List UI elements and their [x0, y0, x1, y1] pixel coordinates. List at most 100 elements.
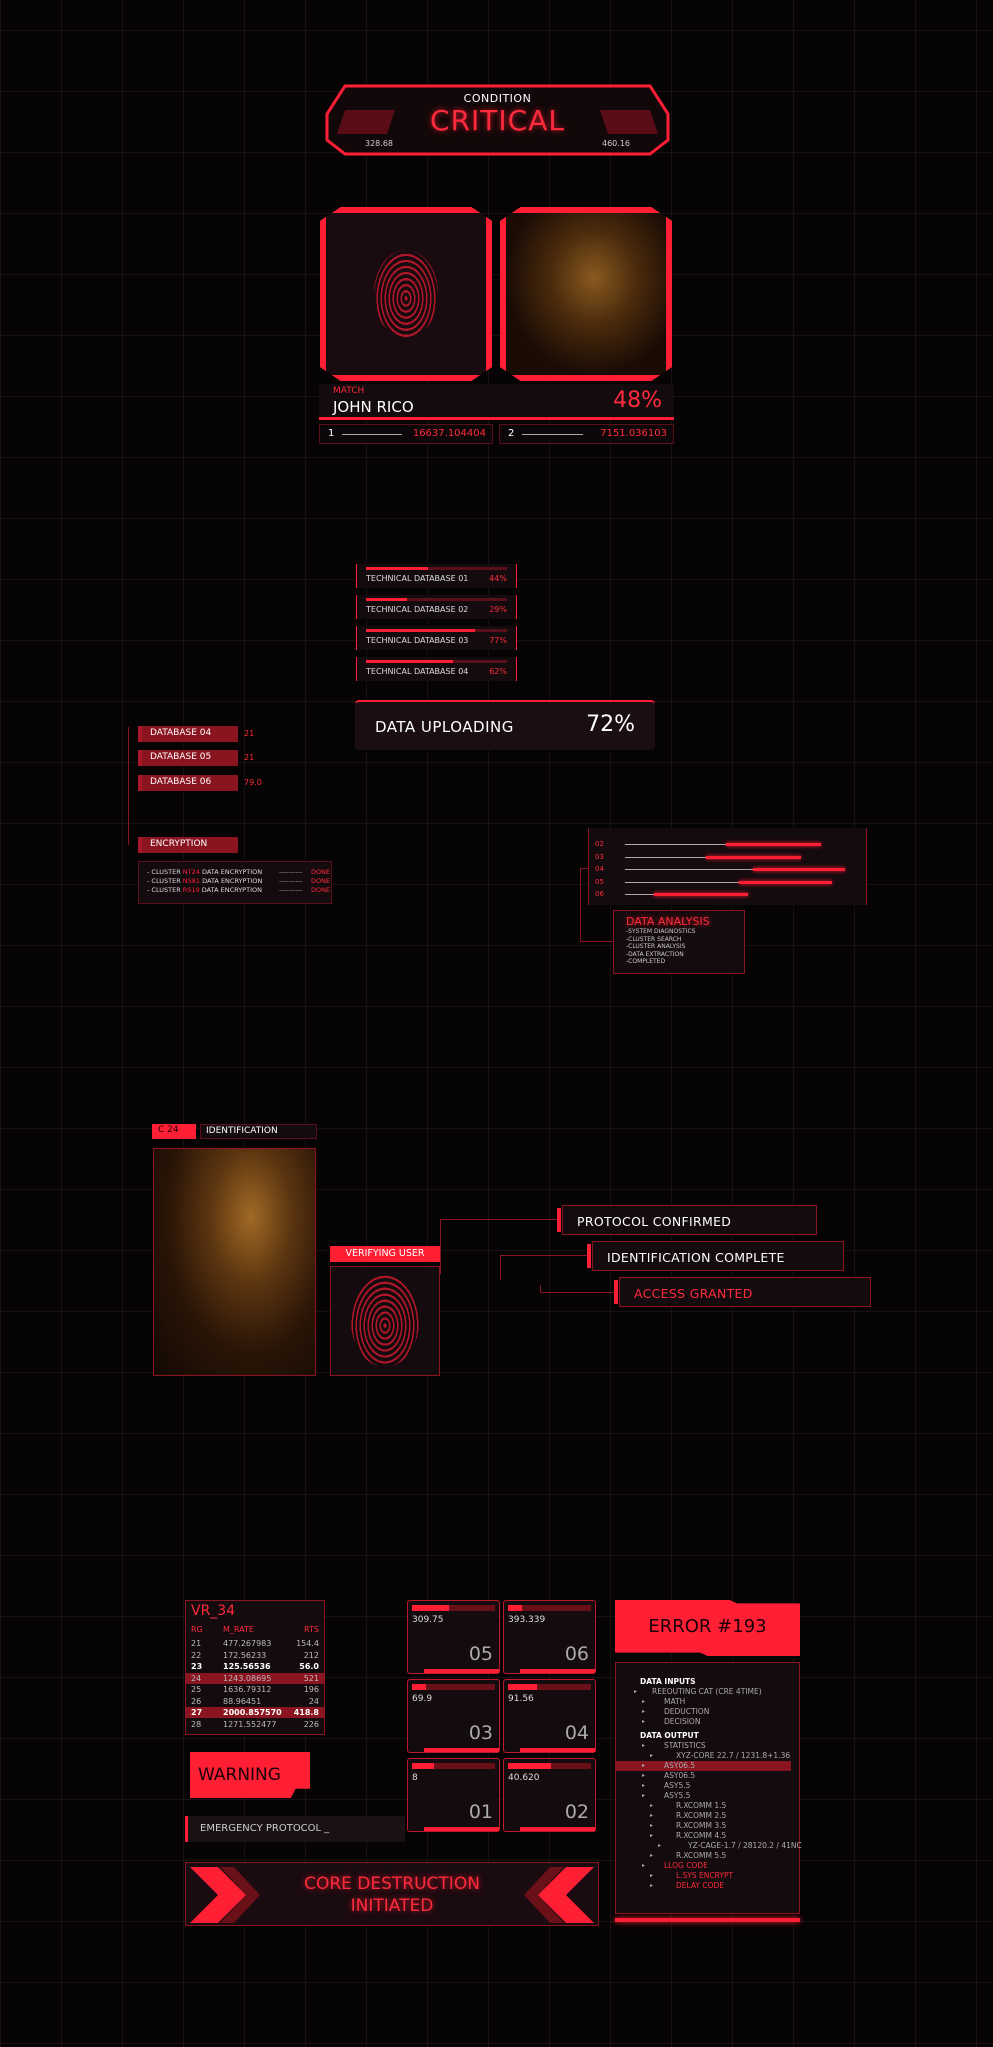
- error-tree-item[interactable]: ▸ DELAY CODE: [616, 1881, 799, 1891]
- database-tag[interactable]: DATABASE 06: [138, 775, 238, 791]
- tree-item-label: XYZ-CORE 22.7 / 1231.8+1.36: [676, 1751, 791, 1760]
- analysis-row-label: 03: [595, 852, 604, 861]
- error-tree-item[interactable]: ▸ R.XCOMM 2.5: [616, 1811, 799, 1821]
- tile-bottom-bar: [424, 1748, 499, 1752]
- stat-tile[interactable]: 309.75 05: [407, 1600, 500, 1674]
- stat-tile[interactable]: 40.620 02: [503, 1758, 596, 1832]
- error-tree-item[interactable]: ▸ YZ-CAGE-1.7 / 28120.2 / 41NC: [616, 1841, 802, 1851]
- tree-arrow-icon: ▸: [634, 1688, 638, 1695]
- error-tree-item[interactable]: ▸ XYZ-CORE 22.7 / 1231.8+1.36: [616, 1751, 799, 1761]
- stat-tile[interactable]: 69.9 03: [407, 1679, 500, 1753]
- tech-database-percent: 62%: [489, 667, 507, 676]
- error-tree-item[interactable]: ▸ STATISTICS: [616, 1741, 799, 1751]
- error-tree-item[interactable]: ▸ LLOG CODE: [616, 1861, 799, 1871]
- tree-item-label: YZ-CAGE-1.7 / 28120.2 / 41NC: [688, 1841, 802, 1850]
- stat-tile[interactable]: 8 01: [407, 1758, 500, 1832]
- tree-arrow-icon: ▸: [642, 1862, 646, 1869]
- tree-arrow-icon: ▸: [642, 1782, 646, 1789]
- tree-item-label: DELAY CODE: [676, 1881, 725, 1890]
- id-cell: 2 7151.036103: [499, 424, 674, 444]
- vr-rg: 24: [191, 1673, 202, 1683]
- error-tree: DATA INPUTS ▸ REEOUTING CAT (CRE 4TIME) ▸ MA…: [615, 1662, 802, 1914]
- condition-left-value: 328.68: [365, 139, 393, 148]
- match-percent: 48%: [613, 388, 662, 413]
- tree-item-label: LLOG CODE: [664, 1861, 708, 1870]
- vr-rg: 27: [191, 1708, 203, 1717]
- tree-item-label: R.XCOMM 3.5: [676, 1821, 727, 1830]
- analysis-title: DATA ANALYSIS: [626, 915, 710, 928]
- error-tree-item[interactable]: ▸ REEOUTING CAT (CRE 4TIME): [616, 1687, 799, 1697]
- tree-arrow-icon: ▸: [650, 1882, 654, 1889]
- error-tree-item[interactable]: ▸ R.XCOMM 3.5: [616, 1821, 799, 1831]
- row-suffix: DATA ENCRYPTION: [200, 877, 263, 885]
- analysis-item: -DATA EXTRACTION: [626, 950, 684, 958]
- encryption-tag[interactable]: ENCRYPTION: [138, 837, 238, 853]
- tile-progress-fill: [508, 1605, 523, 1611]
- error-tree-item[interactable]: ▸ ASY06.5: [616, 1761, 791, 1771]
- tech-database-name: TECHNICAL DATABASE 01: [366, 574, 469, 583]
- match-name: JOHN RICO: [333, 398, 414, 416]
- id-key: 2: [508, 428, 515, 439]
- encryption-row: - CLUSTER NT24 DATA ENCRYPTION ----------…: [147, 868, 331, 877]
- vr-table-row[interactable]: 22 172.56233 212: [186, 1650, 324, 1661]
- vr-table-row[interactable]: 26 88.96451 24: [186, 1696, 324, 1707]
- vr-table-row[interactable]: 28 1271.552477 226: [186, 1719, 324, 1730]
- analysis-baseline: [625, 869, 753, 870]
- error-tree-item[interactable]: ▸ DECISION: [616, 1717, 799, 1727]
- tree-item-label: R.XCOMM 1.5: [676, 1801, 727, 1810]
- vr-table-row[interactable]: 25 1636.79312 196: [186, 1684, 324, 1695]
- vr-table-row[interactable]: 21 477.267983 154.4: [186, 1638, 324, 1649]
- status-protocol: PROTOCOL CONFIRMED: [557, 1205, 817, 1235]
- verify-fingerprint-panel: [330, 1266, 440, 1376]
- vr-rate: 477.267983: [223, 1639, 272, 1648]
- vr-rg: 21: [191, 1639, 202, 1648]
- tree-arrow-icon: ▸: [650, 1852, 654, 1859]
- error-tree-item[interactable]: ▸ L.SYS ENCRYPT: [616, 1871, 799, 1881]
- error-badge: ERROR #193: [615, 1600, 800, 1656]
- vr-table-row[interactable]: 23 125.56536 56.0: [186, 1661, 324, 1672]
- database-tag[interactable]: DATABASE 04: [138, 726, 238, 742]
- tech-database-row: TECHNICAL DATABASE 04 62%: [356, 657, 517, 681]
- match-label: MATCH: [333, 386, 365, 396]
- error-tree-item[interactable]: ▸ DEDUCTION: [616, 1707, 799, 1717]
- vr-table-row[interactable]: 27 2000.857570 418.8: [186, 1707, 324, 1718]
- tree-item-label: R.XCOMM 5.5: [676, 1851, 727, 1860]
- tile-progress-track: [508, 1763, 591, 1769]
- vr-table-row[interactable]: 24 1243.08695 521: [186, 1672, 324, 1684]
- emergency-protocol: EMERGENCY PROTOCOL _: [185, 1816, 405, 1842]
- stat-tile[interactable]: 91.56 04: [503, 1679, 596, 1753]
- tile-value: 91.56: [508, 1694, 534, 1704]
- error-tree-item[interactable]: ▸ MATH: [616, 1697, 799, 1707]
- analysis-bar: [739, 880, 832, 884]
- analysis-row: 06: [595, 890, 855, 900]
- error-tree-item[interactable]: ▸ R.XCOMM 5.5: [616, 1851, 799, 1861]
- analysis-bar: [752, 868, 845, 871]
- error-tree-item[interactable]: ▸ R.XCOMM 1.5: [616, 1801, 799, 1811]
- vr-header: RG: [191, 1625, 203, 1634]
- connector-line: [500, 1255, 590, 1280]
- stat-tile[interactable]: 393.339 06: [503, 1600, 596, 1674]
- vr-table: VR_34 RG M_RATE RTS 21 477.267983 154.4 22 1…: [185, 1600, 325, 1735]
- tree-arrow-icon: ▸: [650, 1752, 654, 1759]
- error-tree-item[interactable]: ▸ ASY06.5: [616, 1771, 799, 1781]
- core-destruction-banner: CORE DESTRUCTION INITIATED: [185, 1862, 599, 1926]
- database-tag[interactable]: DATABASE 05: [138, 750, 238, 766]
- fingerprint-icon: [351, 1275, 419, 1367]
- tile-bottom-bar: [520, 1827, 595, 1831]
- tile-progress-fill: [508, 1763, 552, 1769]
- tree-item-label: DATA INPUTS: [640, 1677, 696, 1686]
- tech-database-row: TECHNICAL DATABASE 01 44%: [356, 564, 517, 588]
- id-key: 1: [328, 428, 335, 439]
- error-tree-item[interactable]: ▸ ASY5.5: [616, 1781, 799, 1791]
- vr-rts: 154.4: [296, 1639, 319, 1648]
- vr-rts: 56.0: [299, 1662, 319, 1671]
- tree-item-label: ASY5.5: [664, 1791, 691, 1800]
- row-status: DONE: [311, 886, 331, 894]
- error-tree-item[interactable]: ▸ ASY5.5: [616, 1791, 799, 1801]
- id-code-badge: C 24: [152, 1124, 196, 1139]
- analysis-item: -CLUSTER ANALYSIS: [626, 943, 686, 950]
- row-dash: ----------: [279, 877, 303, 885]
- tech-database-percent: 29%: [489, 605, 507, 614]
- tree-arrow-icon: ▸: [650, 1822, 654, 1829]
- error-tree-item[interactable]: ▸ R.XCOMM 4.5: [616, 1831, 799, 1841]
